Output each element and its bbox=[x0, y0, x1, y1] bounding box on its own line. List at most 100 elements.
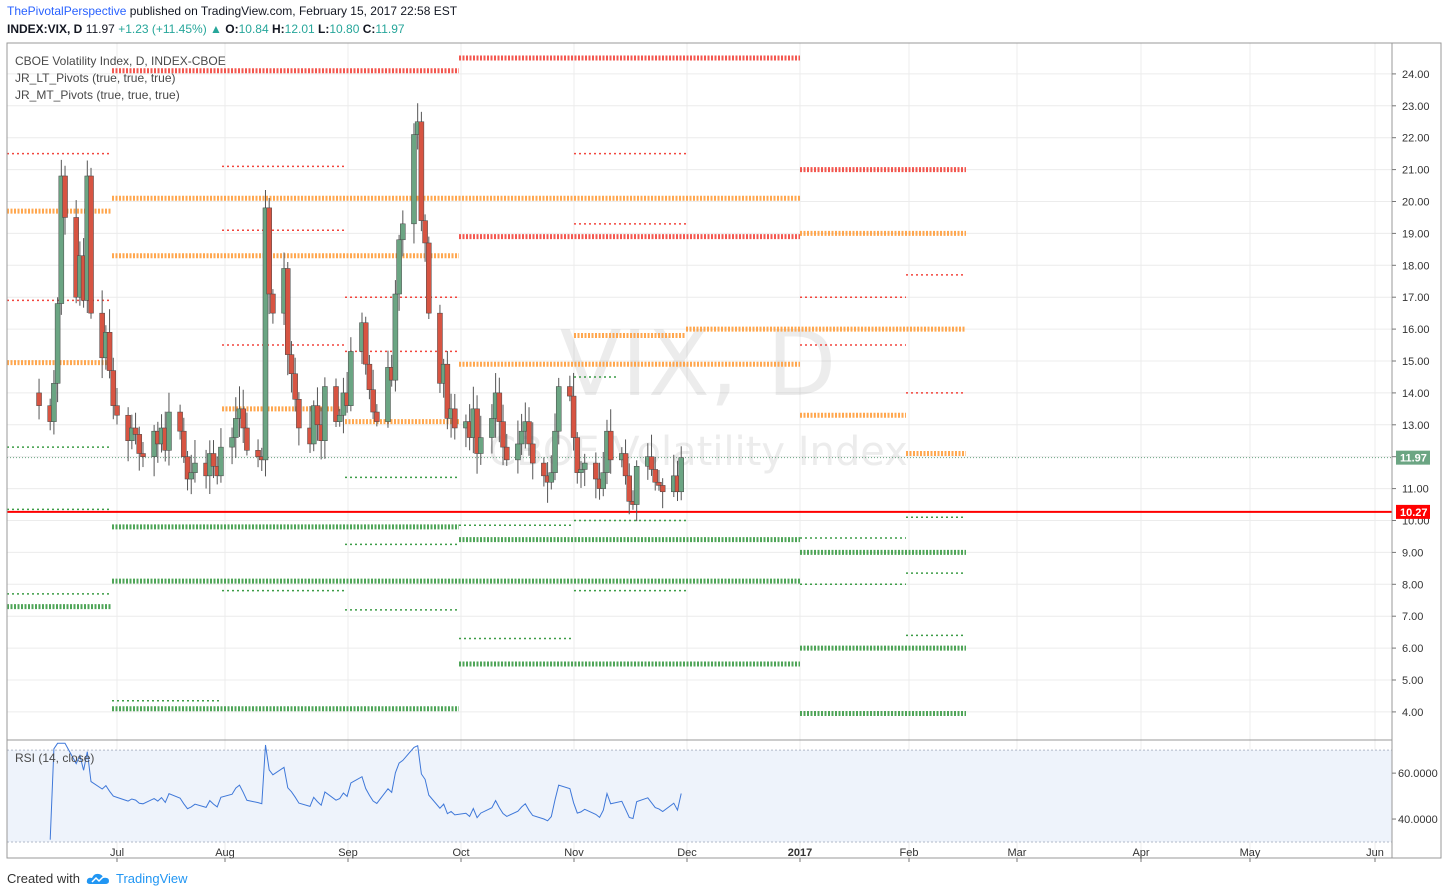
price-tick-label: 19.00 bbox=[1402, 228, 1430, 240]
candle-body bbox=[132, 427, 139, 435]
candle-body bbox=[426, 242, 432, 314]
candle-body bbox=[515, 443, 521, 461]
candle-body bbox=[188, 472, 194, 480]
price-tick-label: 21.00 bbox=[1402, 165, 1430, 177]
candle-body bbox=[656, 481, 662, 486]
candle-body bbox=[392, 293, 399, 381]
candle-body bbox=[233, 418, 239, 438]
time-tick-label: Aug bbox=[215, 847, 235, 859]
candle-body bbox=[270, 293, 276, 314]
candle-body bbox=[314, 405, 321, 426]
rsi-tick-label: 60.0000 bbox=[1398, 768, 1438, 780]
candle-body bbox=[106, 332, 113, 371]
candle-body bbox=[374, 411, 380, 422]
time-tick-label: Mar bbox=[1008, 847, 1027, 859]
candle-body bbox=[659, 485, 666, 493]
candle-body bbox=[210, 453, 217, 467]
candle-body bbox=[255, 450, 261, 457]
candle-body bbox=[633, 466, 640, 505]
candle-body bbox=[567, 386, 573, 397]
candle-body bbox=[418, 121, 425, 221]
price-tick-label: 4.00 bbox=[1402, 707, 1423, 719]
tradingview-logo-icon bbox=[86, 873, 109, 884]
line-price-badge-label: 10.27 bbox=[1400, 507, 1428, 519]
candle-body bbox=[370, 389, 376, 413]
candle-body bbox=[36, 392, 42, 406]
price-tick-label: 11.00 bbox=[1402, 484, 1429, 496]
candle-body bbox=[62, 175, 68, 218]
candle-body bbox=[140, 453, 146, 457]
candle-body bbox=[218, 446, 224, 477]
candle-body bbox=[362, 322, 369, 365]
legend-rsi: RSI (14, close) bbox=[15, 751, 94, 765]
price-tick-label: 20.00 bbox=[1402, 197, 1430, 209]
candle-body bbox=[181, 430, 187, 457]
candle-body bbox=[110, 370, 117, 406]
price-tick-label: 7.00 bbox=[1402, 611, 1423, 623]
candle-body bbox=[452, 408, 458, 429]
price-axis[interactable]: 24.00 23.00 22.00 21.00 20.00 19.00 18.00 17.00… bbox=[1392, 69, 1430, 719]
candle-body bbox=[422, 220, 428, 244]
candle-body bbox=[504, 446, 510, 461]
chart-canvas[interactable]: VIX, D CBOE Volatility Index CBOE Volati… bbox=[0, 0, 1449, 896]
candle-body bbox=[136, 434, 143, 454]
time-tick-label: Nov bbox=[564, 847, 584, 859]
candle-body bbox=[552, 430, 558, 473]
candle-body bbox=[336, 414, 343, 422]
price-tick-label: 5.00 bbox=[1402, 675, 1423, 687]
candle-body bbox=[555, 386, 562, 432]
candle-body bbox=[366, 363, 373, 390]
rsi-pane bbox=[7, 742, 1392, 843]
candle-body bbox=[648, 456, 655, 470]
candle-body bbox=[266, 207, 272, 295]
candle-body bbox=[292, 373, 298, 400]
price-tick-label: 6.00 bbox=[1402, 643, 1423, 655]
candle-body bbox=[177, 411, 183, 432]
rsi-band bbox=[7, 750, 1392, 842]
candle-body bbox=[411, 134, 417, 225]
candle-body bbox=[285, 268, 291, 355]
tradingview-link[interactable]: TradingView bbox=[116, 871, 188, 886]
candle-body bbox=[88, 175, 94, 314]
candle-body bbox=[166, 411, 172, 451]
candle-body bbox=[489, 418, 495, 438]
price-tick-label: 14.00 bbox=[1402, 388, 1430, 400]
candle-body bbox=[652, 469, 658, 483]
candle-body bbox=[54, 303, 61, 384]
candle-body bbox=[526, 421, 532, 445]
rsi-tick-label: 40.0000 bbox=[1398, 814, 1438, 826]
candle-body bbox=[622, 453, 629, 477]
candle-body bbox=[607, 430, 614, 461]
time-tick-label: 2017 bbox=[788, 847, 812, 859]
candle-body bbox=[114, 405, 120, 416]
price-tick-label: 22.00 bbox=[1402, 133, 1430, 145]
candle-body bbox=[288, 354, 295, 375]
candle-body bbox=[396, 239, 402, 295]
candle-body bbox=[229, 437, 235, 448]
price-tick-label: 17.00 bbox=[1402, 292, 1430, 304]
candle-body bbox=[51, 383, 57, 422]
time-axis[interactable]: Jul Aug Sep Oct Nov Dec 2017 Feb Mar Apr May Jun bbox=[110, 847, 1384, 862]
time-tick-label: Apr bbox=[1132, 847, 1149, 859]
time-tick-label: Jul bbox=[110, 847, 124, 859]
candle-body bbox=[518, 430, 525, 445]
price-tick-label: 18.00 bbox=[1402, 260, 1430, 272]
price-tick-label: 24.00 bbox=[1402, 69, 1430, 81]
time-tick-label: Feb bbox=[900, 847, 919, 859]
time-tick-label: Jun bbox=[1366, 847, 1384, 859]
candle-body bbox=[541, 462, 547, 477]
rsi-axis[interactable]: 60.0000 40.0000 bbox=[1392, 768, 1438, 826]
legend-title: CBOE Volatility Index, D, INDEX-CBOE bbox=[15, 54, 226, 68]
time-tick-label: Oct bbox=[452, 847, 469, 859]
candle-body bbox=[322, 386, 328, 441]
candle-body bbox=[500, 421, 506, 448]
time-tick-label: May bbox=[1240, 847, 1261, 859]
created-with-label: Created with bbox=[7, 871, 80, 886]
time-tick-label: Sep bbox=[338, 847, 358, 859]
price-tick-label: 15.00 bbox=[1402, 356, 1430, 368]
candle-body bbox=[496, 392, 503, 422]
last-price-badge-label: 11.97 bbox=[1400, 453, 1427, 465]
footer: Created with TradingView bbox=[7, 871, 188, 886]
candle-body bbox=[574, 437, 581, 473]
legend-lt-pivots: JR_LT_Pivots (true, true, true) bbox=[15, 71, 176, 85]
